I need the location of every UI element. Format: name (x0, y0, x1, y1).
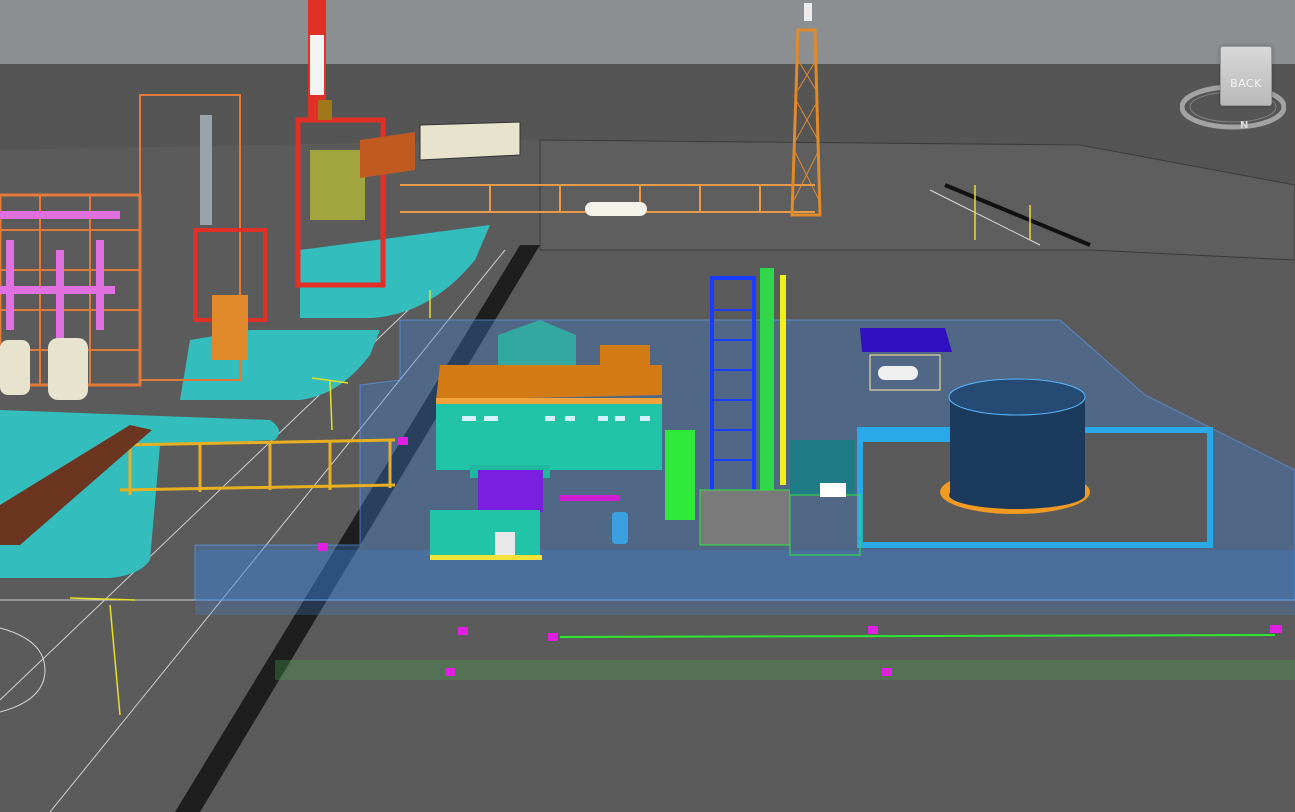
selection-band (195, 550, 1295, 615)
storage-tank-bottom (949, 481, 1085, 509)
left-drum-b (48, 338, 88, 400)
green-vessel (665, 430, 695, 520)
sky-backdrop (0, 0, 1295, 70)
green-trench (275, 660, 1295, 680)
small-bldg-wall (430, 510, 540, 560)
blue-drum (612, 512, 628, 544)
warehouse-eave (436, 398, 662, 404)
grey-stack (200, 115, 212, 225)
bund-wall (860, 430, 950, 442)
white-panel (820, 483, 846, 497)
horizontal-vessel (878, 366, 918, 380)
storage-tank-roof (948, 378, 1086, 416)
view-cube-back-face[interactable]: BACK (1220, 46, 1272, 106)
view-cube-label: BACK (1230, 77, 1262, 90)
stack-band (310, 35, 324, 95)
flare-tip (804, 3, 812, 21)
stack-base (318, 100, 332, 120)
orange-vessel (212, 295, 248, 360)
far-cooler-bank (419, 121, 521, 161)
equipment-skid (699, 489, 791, 546)
yellow-pipe-riser (780, 275, 786, 485)
warehouse-wall (436, 398, 662, 470)
small-bldg-roof (478, 470, 543, 512)
magenta-pipe (560, 495, 620, 501)
orange-box (600, 345, 650, 365)
far-bullet-tank (585, 202, 647, 216)
plant-3d-scene[interactable] (0, 0, 1295, 812)
canopy-roof (860, 328, 952, 352)
view-cube[interactable]: BACK N (1178, 42, 1290, 138)
warehouse-roof (436, 365, 662, 400)
3d-viewport[interactable]: BACK N (0, 0, 1295, 812)
compass-north-label[interactable]: N (1240, 120, 1248, 131)
small-bldg-door (495, 532, 515, 558)
far-building (360, 132, 415, 178)
green-column (760, 268, 774, 508)
small-bldg-curb (430, 555, 542, 560)
left-drum-a (0, 340, 30, 395)
yellow-platform (310, 150, 365, 220)
